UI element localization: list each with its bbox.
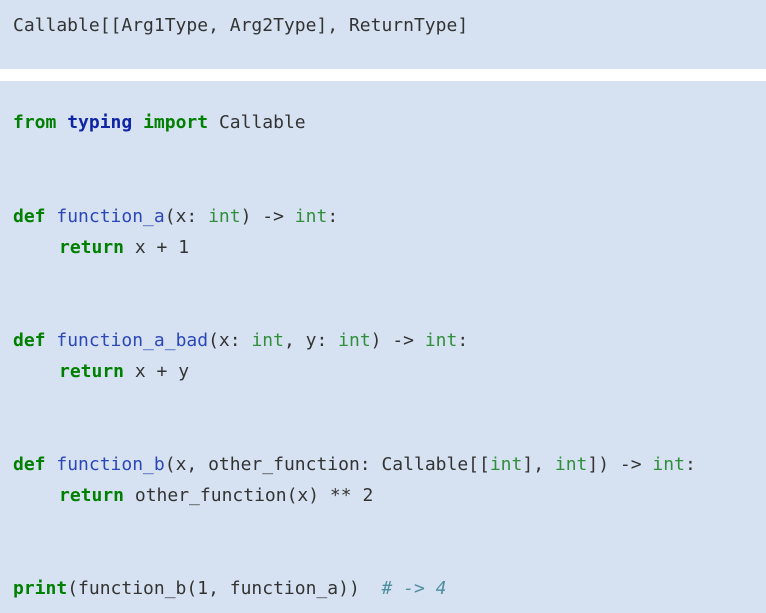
function-name: function_b bbox=[56, 454, 165, 475]
code-line-import: from typing import Callable bbox=[13, 112, 306, 134]
builtin-type: int bbox=[208, 206, 241, 227]
imported-name: Callable bbox=[218, 112, 306, 133]
code-line-def-function-a: def function_a(x: int) -> int: bbox=[13, 206, 338, 228]
return-expression: other_function(x) ** 2 bbox=[124, 485, 374, 506]
code-punct: ]) -> bbox=[587, 454, 653, 475]
signature-line: Callable[[Arg1Type, Arg2Type], ReturnTyp… bbox=[13, 15, 469, 36]
code-line-return-a-bad: return x + y bbox=[13, 361, 189, 383]
code-punct: : bbox=[684, 454, 696, 475]
keyword-def: def bbox=[13, 330, 46, 351]
builtin-type: int bbox=[424, 330, 458, 351]
function-name: function_a bbox=[56, 206, 165, 227]
code-line-def-function-a-bad: def function_a_bad(x: int, y: int) -> in… bbox=[13, 330, 468, 352]
keyword-return: return bbox=[59, 361, 125, 382]
builtin-type: int bbox=[251, 330, 284, 351]
code-punct: (x, other_function: Callable[[ bbox=[164, 454, 490, 475]
builtin-type: int bbox=[489, 454, 523, 475]
code-line-return-b: return other_function(x) ** 2 bbox=[13, 485, 373, 507]
code-punct: : bbox=[457, 330, 469, 351]
builtin-type: int bbox=[294, 206, 328, 227]
module-name: typing bbox=[67, 112, 133, 133]
keyword-return: return bbox=[59, 237, 125, 258]
keyword-return: return bbox=[59, 485, 125, 506]
keyword-import: import bbox=[143, 112, 209, 133]
code-punct: : bbox=[327, 206, 339, 227]
builtin-type: int bbox=[554, 454, 588, 475]
keyword-from: from bbox=[13, 112, 57, 133]
code-punct: ], bbox=[522, 454, 555, 475]
code-line-return-a: return x + 1 bbox=[13, 237, 189, 259]
builtin-print: print bbox=[13, 578, 68, 599]
code-punct: , y: bbox=[283, 330, 339, 351]
return-expression: x + y bbox=[124, 361, 190, 382]
keyword-def: def bbox=[13, 454, 46, 475]
code-punct: (x: bbox=[164, 206, 209, 227]
builtin-type: int bbox=[652, 454, 685, 475]
code-punct: ) -> bbox=[240, 206, 295, 227]
code-punct: (x: bbox=[208, 330, 252, 351]
code-comment: # -> 4 bbox=[381, 578, 447, 599]
code-punct: ) -> bbox=[370, 330, 425, 351]
return-expression: x + 1 bbox=[124, 237, 190, 258]
builtin-type: int bbox=[338, 330, 371, 351]
example-code-block: from typing import Callable def function… bbox=[0, 81, 766, 613]
print-arguments: (function_b(1, function_a)) bbox=[67, 578, 360, 599]
code-line-print: print(function_b(1, function_a)) # -> 4 bbox=[13, 578, 447, 600]
keyword-def: def bbox=[13, 206, 46, 227]
signature-code-block: Callable[[Arg1Type, Arg2Type], ReturnTyp… bbox=[0, 0, 766, 69]
code-line-def-function-b: def function_b(x, other_function: Callab… bbox=[13, 454, 696, 476]
function-name: function_a_bad bbox=[56, 330, 209, 351]
